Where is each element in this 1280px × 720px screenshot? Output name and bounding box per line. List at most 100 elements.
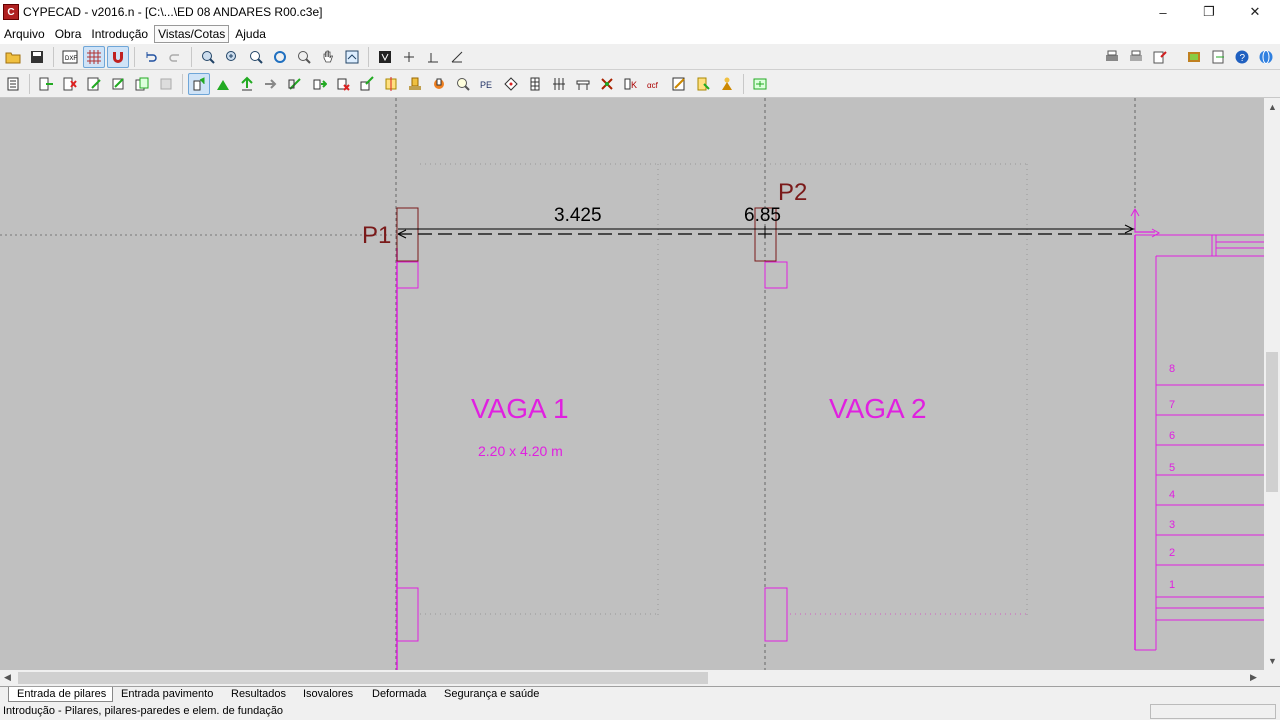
undo-icon[interactable] [140,46,162,68]
floor-list-icon[interactable] [2,73,24,95]
foundation-icon[interactable] [404,73,426,95]
close-button[interactable]: ✕ [1232,0,1278,24]
coefficient-icon[interactable]: αcf [644,73,666,95]
save-icon[interactable] [26,46,48,68]
menu-introducao[interactable]: Introdução [87,25,152,43]
web-globe-icon[interactable] [1255,46,1277,68]
entry-toolbar: PE K αcf [0,71,1280,98]
vertical-scrollbar[interactable]: ▲ ▼ [1264,98,1280,670]
settings-icon[interactable] [1183,46,1205,68]
grid-snap-icon[interactable] [83,45,105,68]
edit-data-icon[interactable] [668,73,690,95]
reinforcement-icon[interactable] [596,73,618,95]
beam-icon[interactable] [572,73,594,95]
redraw-icon[interactable] [269,46,291,68]
tab-entrada-pavimento[interactable]: Entrada pavimento [113,687,219,702]
fix-pillar-icon[interactable] [332,73,354,95]
measure-angle-icon[interactable] [446,46,468,68]
space-label-vaga-2: VAGA 2 [829,393,927,424]
print-preview-icon[interactable] [1125,46,1147,68]
horizontal-scroll-thumb[interactable] [18,672,708,684]
space-label-vaga-1: VAGA 1 [471,393,569,424]
tab-seguranca-e-saude[interactable]: Segurança e saúde [436,687,545,702]
zoom-previous-icon[interactable] [197,46,219,68]
inspect-icon[interactable] [452,73,474,95]
k-coefficient-icon[interactable]: K [620,73,642,95]
displace-icon[interactable] [356,73,378,95]
scroll-down-arrow-icon[interactable]: ▼ [1268,656,1277,666]
magnet-icon[interactable] [107,45,129,68]
minimize-button[interactable]: – [1140,0,1186,24]
title-bar: C CYPECAD - v2016.n - [C:\...\ED 08 ANDA… [0,0,1280,24]
new-pillar-icon[interactable] [35,73,57,95]
list-edit-icon[interactable] [692,73,714,95]
help-icon[interactable]: ? [1231,46,1253,68]
svg-text:DXF: DXF [65,56,77,62]
svg-text:?: ? [1240,53,1246,64]
floor-plan-drawing: 8 7 6 5 4 3 2 1 VAGA 1 2.20 x 4.20 m VAG… [0,98,1264,670]
redo-icon[interactable] [164,46,186,68]
space-size-vaga-1: 2.20 x 4.20 m [478,443,563,459]
views-icon[interactable] [341,46,363,68]
edit-pillar-icon[interactable] [83,73,105,95]
check-geometry-icon[interactable] [749,73,771,95]
align-icon[interactable] [380,73,402,95]
pillar-text-icon[interactable]: PE [476,73,498,95]
rotate-pillar-icon[interactable] [308,73,330,95]
pillar-label-p1: P1 [362,222,391,249]
zoom-icon[interactable] [293,46,315,68]
zoom-all-icon[interactable] [245,46,267,68]
table-icon[interactable] [524,73,546,95]
move-up-icon[interactable] [236,73,258,95]
pan-hand-icon[interactable] [317,46,339,68]
open-folder-icon[interactable] [2,46,24,68]
scroll-up-arrow-icon[interactable]: ▲ [1268,102,1277,112]
exit-icon[interactable] [1207,46,1229,68]
person-icon[interactable] [716,73,738,95]
tab-resultados[interactable]: Resultados [223,687,292,702]
start-pillar-icon[interactable] [260,73,282,95]
status-bar: Introdução - Pilares, pilares-paredes e … [0,702,1280,720]
stair-number: 1 [1169,579,1175,591]
end-pillar-icon[interactable] [284,73,306,95]
dimension-value: 6.85 [744,205,781,226]
tab-isovalores[interactable]: Isovalores [295,687,359,702]
restore-button[interactable]: ❐ [1186,0,1232,24]
zoom-window-icon[interactable] [221,46,243,68]
disabled-tool-icon[interactable] [155,73,177,95]
drawing-canvas[interactable]: 8 7 6 5 4 3 2 1 VAGA 1 2.20 x 4.20 m VAG… [0,98,1264,670]
dxf-template-icon[interactable]: DXF [59,46,81,68]
axes-icon[interactable] [398,46,420,68]
layers-icon[interactable] [374,46,396,68]
menu-arquivo[interactable]: Arquivo [0,25,49,43]
adjust-pillar-icon[interactable] [107,73,129,95]
horizontal-scrollbar[interactable]: ◀ ▶ [0,670,1264,686]
cypecad-app-icon[interactable]: C [3,4,19,20]
svg-text:αcf: αcf [647,81,659,90]
loads-icon[interactable] [548,73,570,95]
pillar-entry-icon[interactable] [188,73,210,95]
scroll-right-arrow-icon[interactable]: ▶ [1250,672,1257,683]
pillar-label-p2: P2 [778,179,807,206]
stair-number: 2 [1169,547,1175,559]
copy-pillar-icon[interactable] [131,73,153,95]
print-icon[interactable] [1101,46,1123,68]
tab-bar: Entrada de pilares Entrada pavimento Res… [0,686,1280,702]
stair-number: 8 [1169,363,1175,375]
footing-icon[interactable] [428,73,450,95]
tab-deformada[interactable]: Deformada [364,687,432,702]
stair-number: 3 [1169,519,1175,531]
delete-pillar-icon[interactable] [59,73,81,95]
dimension-icon[interactable] [422,46,444,68]
tab-entrada-de-pilares[interactable]: Entrada de pilares [8,687,114,702]
menu-ajuda[interactable]: Ajuda [231,25,270,43]
main-toolbar: DXF ? [0,44,1280,70]
wall-entry-icon[interactable] [212,73,234,95]
diamond-icon[interactable] [500,73,522,95]
menu-vistas-cotas[interactable]: Vistas/Cotas [154,25,230,43]
menu-obra[interactable]: Obra [51,25,86,43]
vertical-scroll-thumb[interactable] [1266,352,1278,492]
scroll-left-arrow-icon[interactable]: ◀ [4,672,11,683]
stair-number: 6 [1169,430,1175,442]
export-icon[interactable] [1149,46,1171,68]
